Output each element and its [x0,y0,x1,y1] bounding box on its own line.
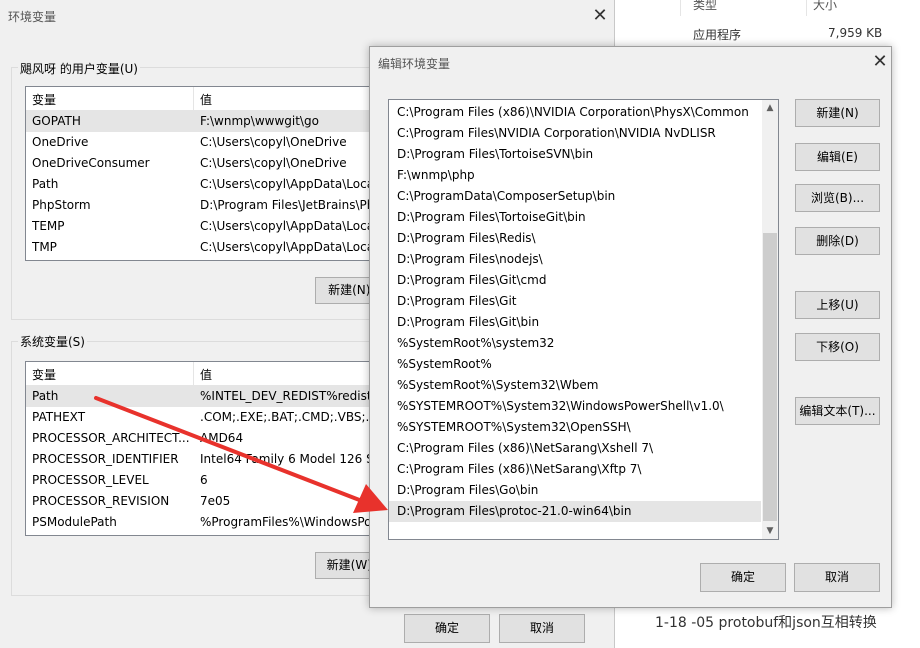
scrollbar-thumb[interactable] [763,233,777,521]
size-column-header[interactable]: 大小 [813,0,837,13]
file-type-cell: 应用程序 [693,28,742,42]
path-entry[interactable]: D:\Program Files\Redis\ [389,228,761,249]
window-title: 环境变量 [8,10,57,24]
var-value: 7e05 [200,494,231,508]
vertical-scrollbar[interactable]: ▲ ▼ [762,100,778,539]
path-entries-list[interactable]: C:\Program Files (x86)\NVIDIA Corporatio… [388,99,779,540]
delete-entry-button[interactable]: 删除(D) [795,227,880,255]
var-name: TEMP [32,219,65,233]
var-name: TMP [32,240,57,254]
path-entry[interactable]: D:\Program Files\TortoiseGit\bin [389,207,761,228]
var-value: 6 [200,473,208,487]
file-size-cell: 7,959 KB [828,26,883,40]
column-separator [806,0,807,16]
path-entry[interactable]: D:\Program Files\TortoiseSVN\bin [389,144,761,165]
path-entry[interactable]: %SYSTEMROOT%\System32\OpenSSH\ [389,417,761,438]
var-value: .COM;.EXE;.BAT;.CMD;.VBS;.VBE [200,410,394,424]
value-column-header[interactable]: 值 [200,366,212,383]
edit-entry-button[interactable]: 编辑(E) [795,143,880,171]
var-name: GOPATH [32,114,81,128]
var-name: OneDriveConsumer [32,156,150,170]
dialog-title: 编辑环境变量 [378,57,451,71]
var-name: PROCESSOR_LEVEL [32,473,149,487]
var-name: Path [32,177,59,191]
var-value: C:\Users\copyl\OneDrive [200,156,347,170]
env-ok-button[interactable]: 确定 [404,614,490,643]
env-cancel-button[interactable]: 取消 [499,614,585,643]
var-name: PSModulePath [32,515,117,529]
path-entry[interactable]: C:\Program Files (x86)\NVIDIA Corporatio… [389,102,761,123]
path-entry[interactable]: F:\wnmp\php [389,165,761,186]
path-entry[interactable]: D:\Program Files\nodejs\ [389,249,761,270]
column-separator [680,0,681,16]
var-name: PROCESSOR_REVISION [32,494,170,508]
column-separator [193,87,194,111]
path-entry[interactable]: C:\Program Files (x86)\NetSarang\Xshell … [389,438,761,459]
path-entry[interactable]: %SYSTEMROOT%\System32\WindowsPowerShell\… [389,396,761,417]
background-footer-text: 1-18 -05 protobuf和json互相转换 [655,615,877,631]
path-entry[interactable]: %SystemRoot%\system32 [389,333,761,354]
edit-text-button[interactable]: 编辑文本(T)... [795,397,880,425]
path-entry[interactable]: D:\Program Files\Go\bin [389,480,761,501]
system-variables-label: 系统变量(S) [18,333,87,350]
var-name: PhpStorm [32,198,91,212]
scroll-down-icon[interactable]: ▼ [762,523,778,539]
variable-column-header[interactable]: 变量 [32,366,56,383]
type-column-header[interactable]: 类型 [693,0,717,13]
path-entry[interactable]: %SystemRoot%\System32\Wbem [389,375,761,396]
move-down-button[interactable]: 下移(O) [795,333,880,361]
path-entry[interactable]: C:\Program Files\NVIDIA Corporation\NVID… [389,123,761,144]
path-entry[interactable]: D:\Program Files\Git\cmd [389,270,761,291]
user-variables-label: 飓风呀 的用户变量(U) [18,60,140,77]
close-icon[interactable]: ✕ [588,5,612,27]
new-entry-button[interactable]: 新建(N) [795,99,880,127]
var-value: C:\Users\copyl\AppData\Local [200,219,378,233]
var-name: PROCESSOR_ARCHITECT... [32,431,190,445]
var-name: OneDrive [32,135,89,149]
edit-environment-variable-dialog: 编辑环境变量 ✕ C:\Program Files (x86)\NVIDIA C… [369,46,892,608]
dialog-cancel-button[interactable]: 取消 [794,563,880,592]
var-value: C:\Users\copyl\OneDrive [200,135,347,149]
path-entry[interactable]: D:\Program Files\Git [389,291,761,312]
column-separator [193,362,194,386]
path-entry[interactable]: C:\Program Files (x86)\NetSarang\Xftp 7\ [389,459,761,480]
dialog-ok-button[interactable]: 确定 [700,563,786,592]
browse-button[interactable]: 浏览(B)... [795,184,880,212]
var-value: C:\Users\copyl\AppData\Local [200,177,378,191]
scroll-up-icon[interactable]: ▲ [762,100,778,116]
move-up-button[interactable]: 上移(U) [795,291,880,319]
path-entry[interactable]: %SystemRoot% [389,354,761,375]
close-icon[interactable]: ✕ [868,51,892,73]
path-entry-selected[interactable]: D:\Program Files\protoc-21.0-win64\bin [389,501,761,522]
var-name: Path [32,389,59,403]
var-value: F:\wnmp\wwwgit\go [200,114,319,128]
var-name: PROCESSOR_IDENTIFIER [32,452,179,466]
value-column-header[interactable]: 值 [200,91,212,108]
variable-column-header[interactable]: 变量 [32,91,56,108]
var-value: C:\Users\copyl\AppData\Local [200,240,378,254]
path-entry[interactable]: D:\Program Files\Git\bin [389,312,761,333]
var-value: AMD64 [200,431,244,445]
var-name: PATHEXT [32,410,86,424]
path-entry[interactable]: C:\ProgramData\ComposerSetup\bin [389,186,761,207]
